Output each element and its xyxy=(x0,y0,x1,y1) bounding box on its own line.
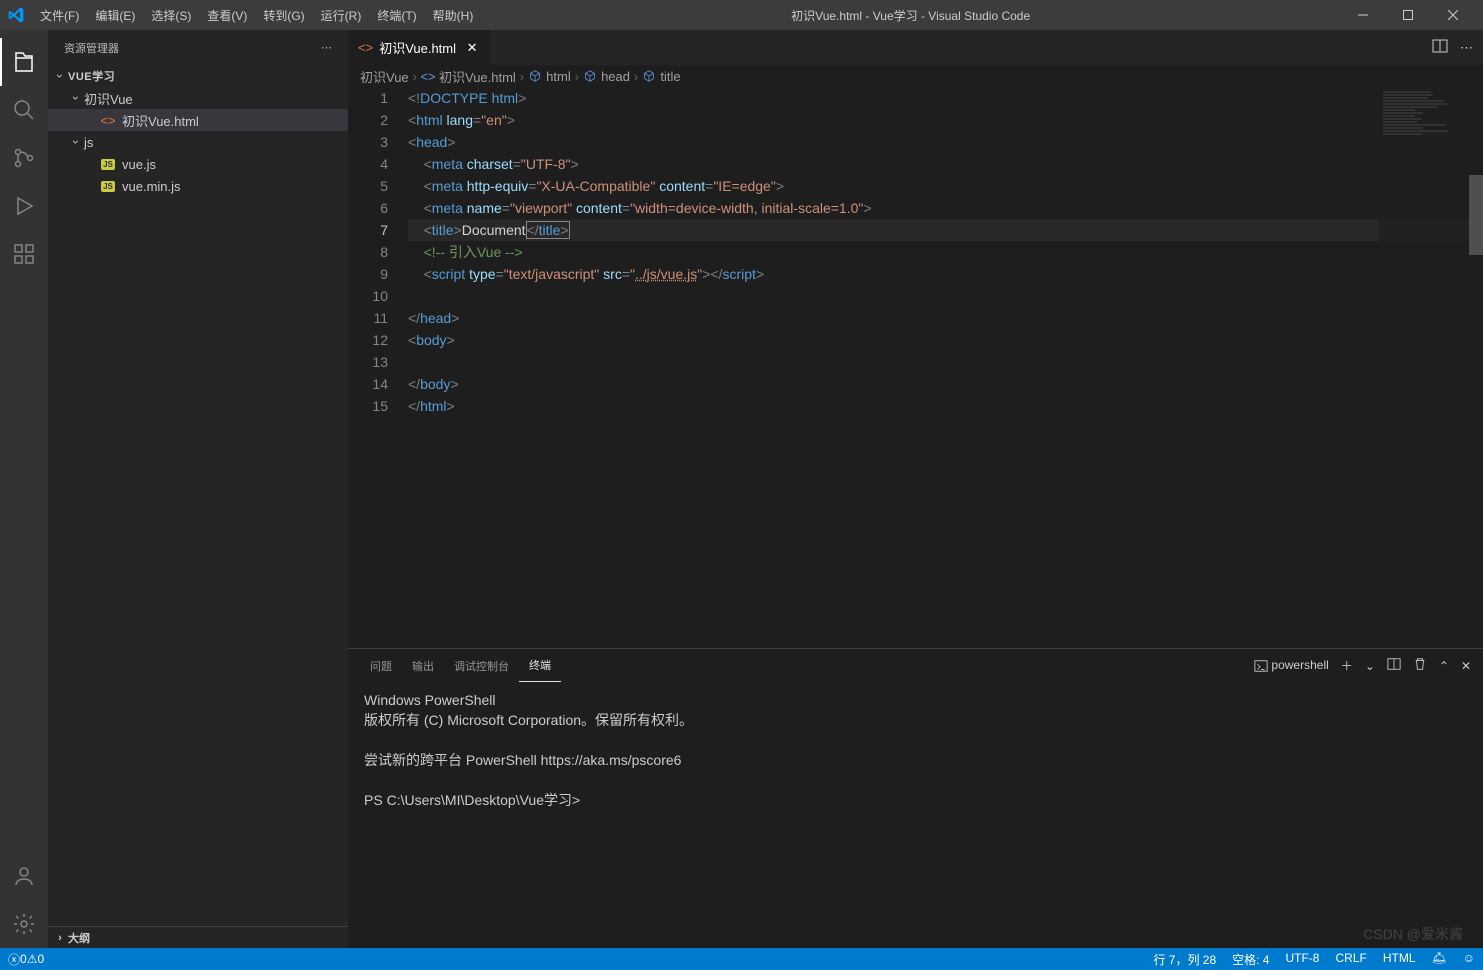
file-tree: › VUE学习 ›初识Vue<>初识Vue.html›jsJSvue.jsJSv… xyxy=(48,65,348,926)
panel-tab[interactable]: 问题 xyxy=(360,649,402,682)
terminal-selector[interactable]: powershell xyxy=(1254,658,1329,673)
menu-item[interactable]: 运行(R) xyxy=(313,7,370,24)
terminal-output[interactable]: Windows PowerShell版权所有 (C) Microsoft Cor… xyxy=(348,682,1483,948)
folder-item[interactable]: ›js xyxy=(48,131,348,153)
sidebar-header: 资源管理器 ⋯ xyxy=(48,30,348,65)
editor-tabs: <> 初识Vue.html ✕ ⋯ xyxy=(348,30,1483,65)
folder-item[interactable]: ›初识Vue xyxy=(48,87,348,109)
menu-item[interactable]: 帮助(H) xyxy=(425,7,482,24)
file-item[interactable]: JSvue.js xyxy=(48,153,348,175)
js-file-icon: JS xyxy=(100,156,116,172)
bottom-panel: 问题输出调试控制台终端 powershell ＋ ⌄ ⌃ ✕ Windows P… xyxy=(348,648,1483,948)
window-title: 初识Vue.html - Vue学习 - Visual Studio Code xyxy=(481,7,1340,24)
close-button[interactable] xyxy=(1430,0,1475,30)
element-icon xyxy=(642,69,656,83)
feedback-icon[interactable]: 🛎 xyxy=(1424,951,1455,965)
panel-tab[interactable]: 调试控制台 xyxy=(444,649,519,682)
chevron-down-icon: › xyxy=(52,68,68,84)
tab-label: 初识Vue.html xyxy=(379,38,456,57)
notifications-icon[interactable]: ☺ xyxy=(1455,951,1483,965)
menu-item[interactable]: 文件(F) xyxy=(32,7,87,24)
breadcrumb-item[interactable]: 初识Vue xyxy=(360,67,409,86)
settings-gear-icon[interactable] xyxy=(0,900,48,948)
element-icon xyxy=(528,69,542,83)
run-debug-icon[interactable] xyxy=(0,182,48,230)
new-terminal-icon[interactable]: ＋ xyxy=(1341,657,1353,674)
titlebar: 文件(F)编辑(E)选择(S)查看(V)转到(G)运行(R)终端(T)帮助(H)… xyxy=(0,0,1483,30)
breadcrumb-item[interactable]: <>初识Vue.html xyxy=(421,67,516,86)
chevron-down-icon: › xyxy=(68,134,84,150)
minimize-button[interactable] xyxy=(1340,0,1385,30)
explorer-icon[interactable] xyxy=(0,38,48,86)
kill-terminal-icon[interactable] xyxy=(1413,657,1427,674)
html-file-icon: <> xyxy=(100,112,116,128)
errors-count[interactable]: ⓧ 0 ⚠ 0 xyxy=(0,948,52,970)
panel-tabs: 问题输出调试控制台终端 powershell ＋ ⌄ ⌃ ✕ xyxy=(348,649,1483,682)
menu-item[interactable]: 选择(S) xyxy=(143,7,199,24)
breadcrumbs: 初识Vue›<>初识Vue.html›html›head›title xyxy=(348,65,1483,87)
code-content[interactable]: <!DOCTYPE html><html lang="en"><head> <m… xyxy=(408,87,1483,648)
line-numbers: 123456789101112131415 xyxy=(348,87,408,648)
window-controls xyxy=(1340,0,1475,30)
terminal-dropdown-icon[interactable]: ⌄ xyxy=(1365,659,1375,673)
file-item[interactable]: JSvue.min.js xyxy=(48,175,348,197)
activity-bar xyxy=(0,30,48,948)
maximize-button[interactable] xyxy=(1385,0,1430,30)
cursor-position[interactable]: 行 7，列 28 xyxy=(1145,951,1224,968)
html-file-icon: <> xyxy=(421,69,435,83)
code-editor[interactable]: 123456789101112131415 <!DOCTYPE html><ht… xyxy=(348,87,1483,648)
vscode-logo-icon xyxy=(8,7,24,23)
minimap[interactable] xyxy=(1379,87,1469,648)
js-file-icon: JS xyxy=(100,178,116,194)
editor-area: <> 初识Vue.html ✕ ⋯ 初识Vue›<>初识Vue.html›htm… xyxy=(348,30,1483,948)
panel-tab[interactable]: 终端 xyxy=(519,649,561,682)
chevron-down-icon: › xyxy=(68,90,84,106)
maximize-panel-icon[interactable]: ⌃ xyxy=(1439,659,1449,673)
language-mode[interactable]: HTML xyxy=(1375,951,1424,965)
account-icon[interactable] xyxy=(0,852,48,900)
source-control-icon[interactable] xyxy=(0,134,48,182)
indentation[interactable]: 空格: 4 xyxy=(1224,951,1277,968)
chevron-right-icon: › xyxy=(52,930,68,946)
element-icon xyxy=(583,69,597,83)
breadcrumb-item[interactable]: head xyxy=(583,69,630,84)
html-file-icon: <> xyxy=(358,40,373,55)
tab-active[interactable]: <> 初识Vue.html ✕ xyxy=(348,30,491,65)
menu-item[interactable]: 编辑(E) xyxy=(87,7,143,24)
search-icon[interactable] xyxy=(0,86,48,134)
sidebar-more-icon[interactable]: ⋯ xyxy=(321,41,332,54)
sidebar: 资源管理器 ⋯ › VUE学习 ›初识Vue<>初识Vue.html›jsJSv… xyxy=(48,30,348,948)
encoding[interactable]: UTF-8 xyxy=(1277,951,1327,965)
close-tab-icon[interactable]: ✕ xyxy=(464,40,480,56)
scrollbar-thumb[interactable] xyxy=(1469,175,1483,255)
eol[interactable]: CRLF xyxy=(1327,951,1374,965)
split-editor-icon[interactable] xyxy=(1432,38,1448,57)
breadcrumb-item[interactable]: title xyxy=(642,69,680,84)
panel-tab[interactable]: 输出 xyxy=(402,649,444,682)
extensions-icon[interactable] xyxy=(0,230,48,278)
menu-item[interactable]: 终端(T) xyxy=(369,7,424,24)
scrollbar-vertical[interactable] xyxy=(1469,87,1483,648)
menu-bar: 文件(F)编辑(E)选择(S)查看(V)转到(G)运行(R)终端(T)帮助(H) xyxy=(32,7,481,24)
status-bar: ⓧ 0 ⚠ 0 行 7，列 28 空格: 4 UTF-8 CRLF HTML 🛎… xyxy=(0,948,1483,970)
file-item[interactable]: <>初识Vue.html xyxy=(48,109,348,131)
menu-item[interactable]: 转到(G) xyxy=(255,7,312,24)
close-panel-icon[interactable]: ✕ xyxy=(1461,659,1471,673)
breadcrumb-item[interactable]: html xyxy=(528,69,571,84)
root-folder[interactable]: › VUE学习 xyxy=(48,65,348,87)
menu-item[interactable]: 查看(V) xyxy=(199,7,255,24)
outline-section[interactable]: › 大纲 xyxy=(48,926,348,948)
split-terminal-icon[interactable] xyxy=(1387,657,1401,674)
more-actions-icon[interactable]: ⋯ xyxy=(1460,40,1473,56)
sidebar-title: 资源管理器 xyxy=(64,40,119,56)
